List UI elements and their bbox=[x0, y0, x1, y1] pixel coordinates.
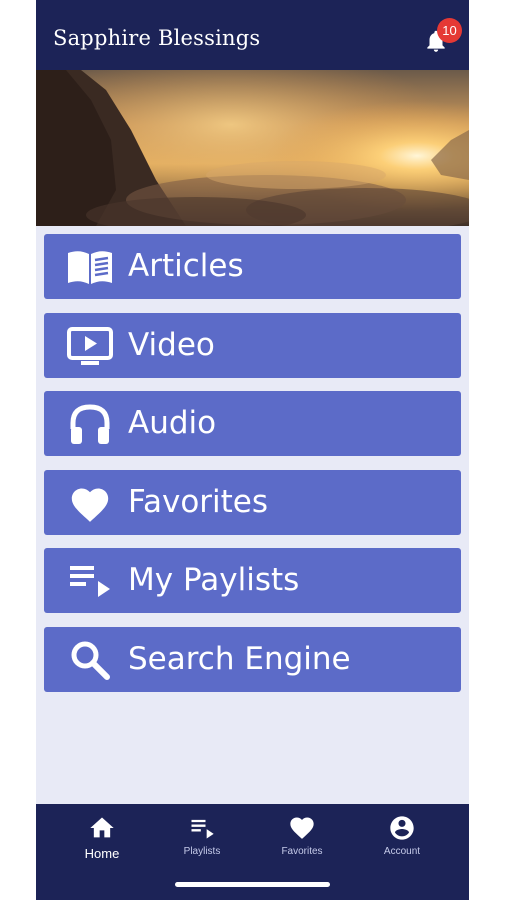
playlist-icon bbox=[64, 560, 116, 602]
app-screen: Sapphire Blessings 10 Articles Video Aud… bbox=[36, 0, 469, 900]
menu-item-label: Audio bbox=[128, 405, 217, 441]
tab-label: Home bbox=[84, 846, 120, 861]
video-icon bbox=[64, 325, 116, 367]
headphones-icon bbox=[64, 403, 116, 445]
tab-account[interactable]: Account bbox=[352, 814, 452, 870]
tab-home[interactable]: Home bbox=[52, 814, 152, 870]
menu-item-label: Articles bbox=[128, 248, 244, 284]
menu-item-label: My Paylists bbox=[128, 562, 300, 598]
tab-playlists[interactable]: Playlists bbox=[152, 814, 252, 870]
search-engine-button[interactable]: Search Engine bbox=[44, 626, 461, 692]
tab-label: Account bbox=[383, 846, 421, 857]
video-button[interactable]: Video bbox=[44, 312, 461, 378]
heart-icon bbox=[64, 482, 116, 524]
heart-icon bbox=[290, 817, 314, 839]
menu-item-label: Favorites bbox=[128, 483, 269, 520]
home-indicator bbox=[175, 882, 330, 887]
top-app-bar: Sapphire Blessings 10 bbox=[36, 0, 469, 70]
tab-favorites[interactable]: Favorites bbox=[252, 814, 352, 870]
tab-label: Playlists bbox=[183, 846, 221, 857]
playlist-icon bbox=[191, 819, 214, 839]
home-icon bbox=[90, 817, 114, 838]
main-menu: Articles Video Audio Favorites My Paylis… bbox=[44, 234, 461, 705]
menu-item-label: Search Engine bbox=[128, 640, 351, 677]
favorites-button[interactable]: Favorites bbox=[44, 469, 461, 535]
tab-label: Favorites bbox=[281, 846, 323, 857]
app-title: Sapphire Blessings bbox=[53, 26, 261, 50]
search-icon bbox=[64, 639, 116, 681]
book-icon bbox=[64, 246, 116, 288]
notification-badge: 10 bbox=[437, 18, 462, 43]
account-icon bbox=[390, 816, 414, 840]
my-playlists-button[interactable]: My Paylists bbox=[44, 548, 461, 613]
audio-button[interactable]: Audio bbox=[44, 391, 461, 456]
hero-banner-image bbox=[36, 70, 469, 226]
menu-item-label: Video bbox=[128, 326, 215, 363]
articles-button[interactable]: Articles bbox=[44, 234, 461, 299]
